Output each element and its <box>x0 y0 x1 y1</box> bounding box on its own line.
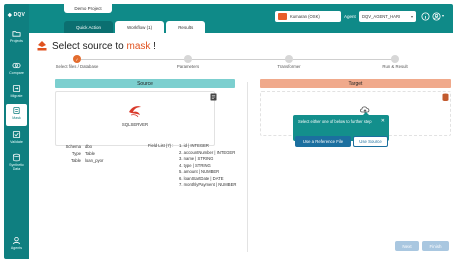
meta-value: dbo <box>85 144 92 149</box>
sidebar-item-projects[interactable]: Projects <box>4 27 29 49</box>
sidebar-item-label: Mask <box>12 116 21 120</box>
step-1-marker[interactable]: ✓ <box>73 55 81 63</box>
meta-type: Type Table <box>65 151 95 156</box>
database-icon[interactable] <box>442 93 449 101</box>
step-4-label: Run & Result <box>382 64 408 69</box>
meta-key: Schema <box>65 144 81 149</box>
tab-workflow[interactable]: Workflow (1) <box>115 21 165 33</box>
app-window: DQV Projects Compare Migrate Mask Valida… <box>0 0 457 263</box>
main-content: Select source to mask ! ✓ Select files /… <box>29 33 453 259</box>
step-2-label: Parameters <box>176 64 200 69</box>
sqlserver-icon <box>129 106 141 118</box>
agent-value: DQV_AGENT_HARI <box>362 14 401 19</box>
field-list: 1. id | INTEGER 2. accountNumber | INTEG… <box>179 143 236 189</box>
close-icon[interactable]: ✕ <box>381 118 385 124</box>
customer-selector[interactable]: Kumaran (OSK) <box>275 11 341 22</box>
sidebar-item-label: Projects <box>10 39 23 43</box>
sidebar-item-mask[interactable]: Mask <box>6 104 27 126</box>
account-icon[interactable] <box>432 12 441 21</box>
title-suffix: ! <box>150 40 156 52</box>
tab-quick-action[interactable]: Quick Action <box>64 21 114 33</box>
sidebar-item-label: Agents <box>10 246 23 250</box>
project-tab[interactable]: Demo Project <box>64 4 112 13</box>
tooltip-text: Select either one of below to further st… <box>298 119 372 124</box>
title-highlight: mask <box>126 40 151 52</box>
synthetic-data-icon <box>12 153 21 162</box>
agent-label: Agent <box>344 14 356 19</box>
sidebar-item-label: Migrate <box>10 94 23 98</box>
meta-value: Table <box>85 151 96 156</box>
meta-table: Table loan_pyor <box>65 158 103 163</box>
source-panel-header: Source <box>55 79 235 88</box>
stepper: ✓ Select files / Database Parameters Tra… <box>29 55 453 71</box>
meta-schema: Schema dbo <box>65 144 92 149</box>
next-button[interactable]: Next <box>395 241 419 251</box>
page-title-text: Select source to mask ! <box>52 41 156 52</box>
sidebar-item-migrate[interactable]: Migrate <box>4 82 29 104</box>
target-panel-header: Target <box>260 79 451 88</box>
app-logo[interactable]: DQV <box>7 10 25 20</box>
step-connector <box>293 59 395 60</box>
tab-results[interactable]: Results <box>166 21 206 33</box>
use-source-button[interactable]: Use Source <box>353 136 388 147</box>
mask-icon <box>13 106 20 115</box>
panel-divider <box>247 82 248 252</box>
chevron-down-icon: ▾ <box>410 14 413 19</box>
meta-value: loan_pyor <box>85 158 104 163</box>
source-db-card[interactable]: SQLSERVER <box>55 91 215 146</box>
agents-icon <box>12 236 21 245</box>
sidebar-item-label: Validate <box>10 140 23 144</box>
use-reference-file-button[interactable]: Use a Reference File <box>295 136 351 147</box>
migrate-icon <box>12 84 21 93</box>
compare-icon <box>12 62 21 69</box>
folder-icon <box>12 31 21 37</box>
step-3-marker[interactable] <box>285 55 293 63</box>
customer-name: Kumaran (OSK) <box>290 14 320 19</box>
tooltip-arrow <box>363 112 369 115</box>
sidebar-item-synthetic-data[interactable]: Synthetic Data <box>4 151 29 173</box>
step-connector <box>81 59 188 60</box>
step-connector <box>192 59 289 60</box>
info-icon[interactable] <box>421 12 430 21</box>
mask-logo-icon <box>37 41 47 51</box>
title-prefix: Select source to <box>52 40 127 52</box>
step-4-marker[interactable] <box>391 55 399 63</box>
agent-select[interactable]: DQV_AGENT_HARI ▾ <box>359 11 416 22</box>
field-item: 7. monthlyPayment | NUMBER <box>179 182 237 187</box>
step-1-label: Select files / Database <box>55 64 99 69</box>
meta-key: Table <box>70 158 81 163</box>
sidebar: DQV Projects Compare Migrate Mask Valida… <box>4 4 29 259</box>
sidebar-item-label: Synthetic Data <box>9 163 24 171</box>
sidebar-item-validate[interactable]: Validate <box>4 128 29 150</box>
top-bar: Demo Project Quick Action Workflow (1) R… <box>29 4 453 33</box>
meta-key: Type <box>71 151 81 156</box>
document-icon[interactable] <box>210 93 217 101</box>
tab-bar: Quick Action Workflow (1) Results <box>64 21 206 33</box>
step-3-label: Transformer <box>277 64 301 69</box>
validate-icon <box>12 130 21 139</box>
finish-button[interactable]: Finish <box>422 241 449 251</box>
sidebar-item-agents[interactable]: Agents <box>4 234 29 256</box>
customer-logo-icon <box>278 13 287 20</box>
sidebar-item-compare[interactable]: Compare <box>4 59 29 81</box>
page-title: Select source to mask ! <box>36 40 156 52</box>
chevron-down-icon[interactable]: ▾ <box>442 13 444 18</box>
step-2-marker[interactable] <box>184 55 192 63</box>
logo-icon <box>7 12 13 18</box>
fields-label: Field List (7) : <box>148 143 174 148</box>
source-db-name: SQLSERVER <box>121 122 149 127</box>
logo-text: DQV <box>13 12 25 18</box>
sidebar-item-label: Compare <box>9 71 24 75</box>
